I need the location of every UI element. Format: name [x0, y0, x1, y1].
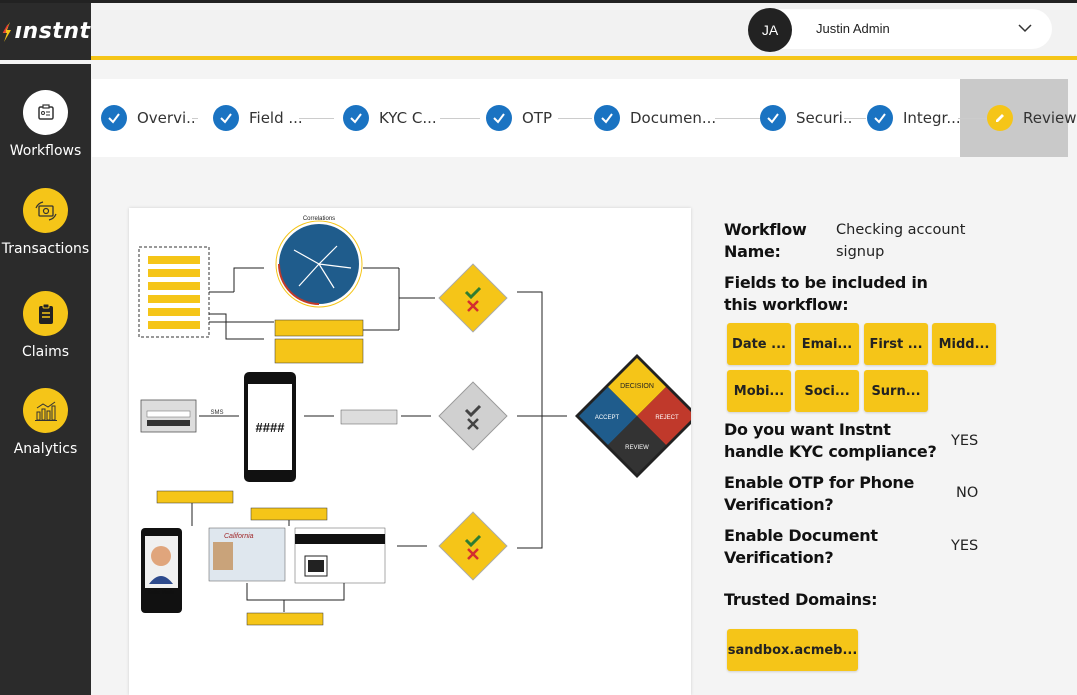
trusted-domain-chip: sandbox.acmeb...: [727, 629, 858, 671]
step-connector: [715, 118, 760, 119]
logo-text: ınstnt: [14, 19, 91, 44]
kyc-question: Do you want Instnt handle KYC compliance…: [724, 420, 937, 461]
step-label: Securi..: [796, 109, 853, 127]
sidebar-item-label: Workflows: [9, 143, 82, 159]
review-label: REVIEW: [625, 445, 649, 451]
field-chip: Soci...: [795, 370, 859, 412]
step-label: OTP: [522, 109, 553, 127]
sidebar-item-label: Claims: [21, 344, 70, 360]
step-label: Overvi..: [137, 109, 196, 127]
document-question: Enable Document Verification?: [724, 526, 878, 567]
logo-mark-icon: [2, 21, 11, 42]
field-chip: Midd...: [932, 323, 996, 365]
id-state-label: California: [224, 533, 254, 540]
sidebar-item-claims[interactable]: Claims: [0, 291, 91, 360]
otp-code: ####: [256, 420, 286, 435]
kyc-answer: YES: [951, 433, 979, 449]
step-connector: [558, 118, 592, 119]
sidebar-item-workflows[interactable]: Workflows: [0, 90, 91, 159]
sidebar: Workflows Transactions Claims Analytics: [0, 64, 91, 695]
step-overview[interactable]: Overvi..: [101, 104, 196, 132]
accept-label: ACCEPT: [595, 415, 620, 421]
step-security[interactable]: Securi..: [760, 104, 852, 132]
otp-answer: NO: [956, 485, 979, 501]
sms-label: SMS: [210, 410, 223, 416]
trusted-domains-label: Trusted Domains:: [724, 590, 878, 609]
check-icon: [343, 105, 369, 131]
transactions-icon: [23, 188, 68, 233]
step-connector: [440, 118, 480, 119]
workflow-diagram: Correlations SMS #### DECISION ACCEPT RE…: [129, 208, 691, 695]
sidebar-item-label: Analytics: [13, 441, 78, 457]
avatar: JA: [748, 8, 792, 52]
app-logo[interactable]: ınstnt: [0, 3, 91, 60]
step-connector: [958, 118, 988, 119]
reject-label: REJECT: [655, 415, 679, 421]
check-icon: [867, 105, 893, 131]
fields-label: Fields to be included in this workflow:: [724, 273, 928, 314]
clipboard-icon: [23, 291, 68, 336]
step-otp[interactable]: OTP: [486, 104, 552, 132]
workflow-stepper: Overvi.. Field ... KYC C... OTP Documen.…: [92, 79, 1077, 157]
check-icon: [213, 105, 239, 131]
step-label: Integr...: [903, 109, 961, 127]
step-document[interactable]: Documen...: [594, 104, 716, 132]
analytics-icon: [23, 388, 68, 433]
step-label: Review: [1023, 109, 1077, 127]
decision-label: DECISION: [620, 383, 654, 390]
check-icon: [101, 105, 127, 131]
user-name: Justin Admin: [816, 21, 890, 36]
step-label: Documen...: [630, 109, 717, 127]
field-chip: Mobi...: [727, 370, 791, 412]
check-icon: [594, 105, 620, 131]
document-answer: YES: [951, 538, 979, 554]
step-integration[interactable]: Integr...: [867, 104, 961, 132]
check-icon: [760, 105, 786, 131]
step-review[interactable]: Review: [987, 104, 1077, 132]
app-header: ınstnt JA Justin Admin: [0, 3, 1077, 60]
user-menu[interactable]: JA Justin Admin: [748, 8, 1052, 52]
check-icon: [486, 105, 512, 131]
field-chip: First ...: [864, 323, 928, 365]
workflow-icon: [23, 90, 68, 135]
step-kyc[interactable]: KYC C...: [343, 104, 437, 132]
pencil-icon: [987, 105, 1013, 131]
selfie-label: Selfie Mode: [148, 590, 175, 596]
sidebar-item-analytics[interactable]: Analytics: [0, 388, 91, 457]
step-label: KYC C...: [379, 109, 437, 127]
sidebar-item-transactions[interactable]: Transactions: [0, 188, 91, 257]
chevron-down-icon[interactable]: [1018, 21, 1032, 35]
field-chip: Date ...: [727, 323, 791, 365]
otp-question: Enable OTP for Phone Verification?: [724, 473, 915, 514]
field-chip: Emai...: [795, 323, 859, 365]
workflow-name-label: Workflow Name:: [724, 220, 807, 261]
step-connector: [299, 118, 334, 119]
field-chip: Surn...: [864, 370, 928, 412]
step-label: Field ...: [249, 109, 303, 127]
sidebar-item-label: Transactions: [1, 241, 90, 257]
step-fields[interactable]: Field ...: [213, 104, 303, 132]
workflow-name-value: Checking account signup: [836, 222, 966, 260]
